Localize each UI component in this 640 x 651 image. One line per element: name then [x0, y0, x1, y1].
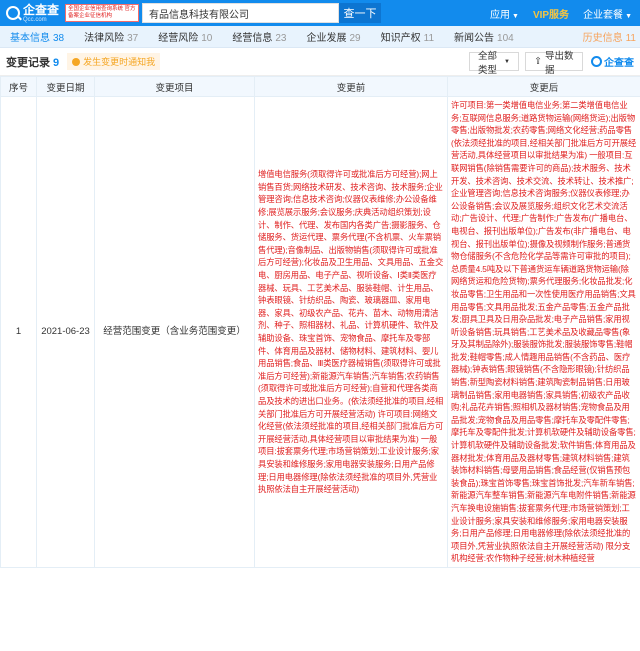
magnifier-logo-icon [6, 6, 20, 20]
tab-basic-info[interactable]: 基本信息 38 [0, 29, 74, 44]
row-after: 许可项目:第一类增值电信业务;第二类增值电信业务;互联网信息服务;道路货物运输(… [447, 96, 640, 568]
nav-enterprise[interactable]: 企业套餐 ▼ [583, 6, 632, 21]
row-before: 增值电信服务(须取得许可或批准后方可经营);网上销售百货;网络技术研发、技术咨询… [254, 96, 448, 568]
export-icon: ⇪ [534, 56, 542, 67]
logo-name: 企查查 [23, 2, 60, 17]
section-tabs: 基本信息 38 法律风险 37 经营风险 10 经营信息 23 企业发展 29 知识产权 1… [0, 26, 640, 48]
bell-icon [72, 57, 81, 66]
header-nav: 应用 ▼ VIP服务 企业套餐 ▼ [490, 0, 632, 26]
tab-operating-info[interactable]: 经营信息 23 [222, 29, 296, 44]
site-logo[interactable]: 企查查 Qcc.com [6, 4, 59, 23]
tab-operating-risk[interactable]: 经营风险 10 [148, 29, 222, 44]
gov-badge: 全国企业信用查询系统 官方备案企业征信机构 [65, 4, 140, 22]
logo-domain: Qcc.com [23, 16, 47, 23]
nav-apps[interactable]: 应用 ▼ [490, 6, 519, 21]
export-button[interactable]: ⇪ 导出数据 [525, 51, 583, 76]
tab-history[interactable]: 历史信息 11 [573, 29, 640, 44]
qcc-watermark: 企查查 [591, 54, 634, 69]
notify-toggle[interactable]: 发生变更时通知我 [67, 53, 161, 70]
col-before: 变更前 [254, 76, 448, 97]
tab-development[interactable]: 企业发展 29 [297, 29, 371, 44]
chevron-down-icon: ▼ [625, 12, 632, 20]
type-select[interactable]: 全部类型 ▼ [469, 51, 519, 76]
table-row: 1 2021-06-23 经营范围变更（含业务范围变更） 增值电信服务(须取得许… [0, 96, 640, 568]
change-record-table: 序号 变更日期 变更项目 变更前 变更后 1 2021-06-23 经营范围变更… [0, 76, 640, 568]
col-date: 变更日期 [36, 76, 95, 97]
change-record-toolbar: 变更记录 9 发生变更时通知我 全部类型 ▼ ⇪ 导出数据 企查查 [0, 48, 640, 76]
tab-ip[interactable]: 知识产权 11 [371, 29, 444, 44]
section-title: 变更记录 9 [6, 56, 60, 69]
col-item: 变更项目 [94, 76, 255, 97]
search-button[interactable]: 查一下 [339, 3, 381, 23]
top-header: 企查查 Qcc.com 全国企业信用查询系统 官方备案企业征信机构 有品信息科技… [0, 0, 640, 26]
chevron-down-icon: ▼ [504, 58, 510, 65]
col-after: 变更后 [447, 76, 640, 97]
row-index: 1 [0, 96, 37, 568]
row-date: 2021-06-23 [36, 96, 95, 568]
table-header-row: 序号 变更日期 变更项目 变更前 变更后 [0, 76, 640, 97]
tab-legal-risk[interactable]: 法律风险 37 [74, 29, 148, 44]
tab-news[interactable]: 新闻公告 104 [444, 29, 524, 44]
search-input[interactable]: 有品信息科技有限公司 [142, 3, 339, 23]
magnifier-logo-icon [591, 56, 602, 67]
chevron-down-icon: ▼ [512, 12, 519, 20]
nav-vip[interactable]: VIP服务 [533, 6, 569, 21]
col-index: 序号 [0, 76, 37, 97]
row-item: 经营范围变更（含业务范围变更） [94, 96, 255, 568]
